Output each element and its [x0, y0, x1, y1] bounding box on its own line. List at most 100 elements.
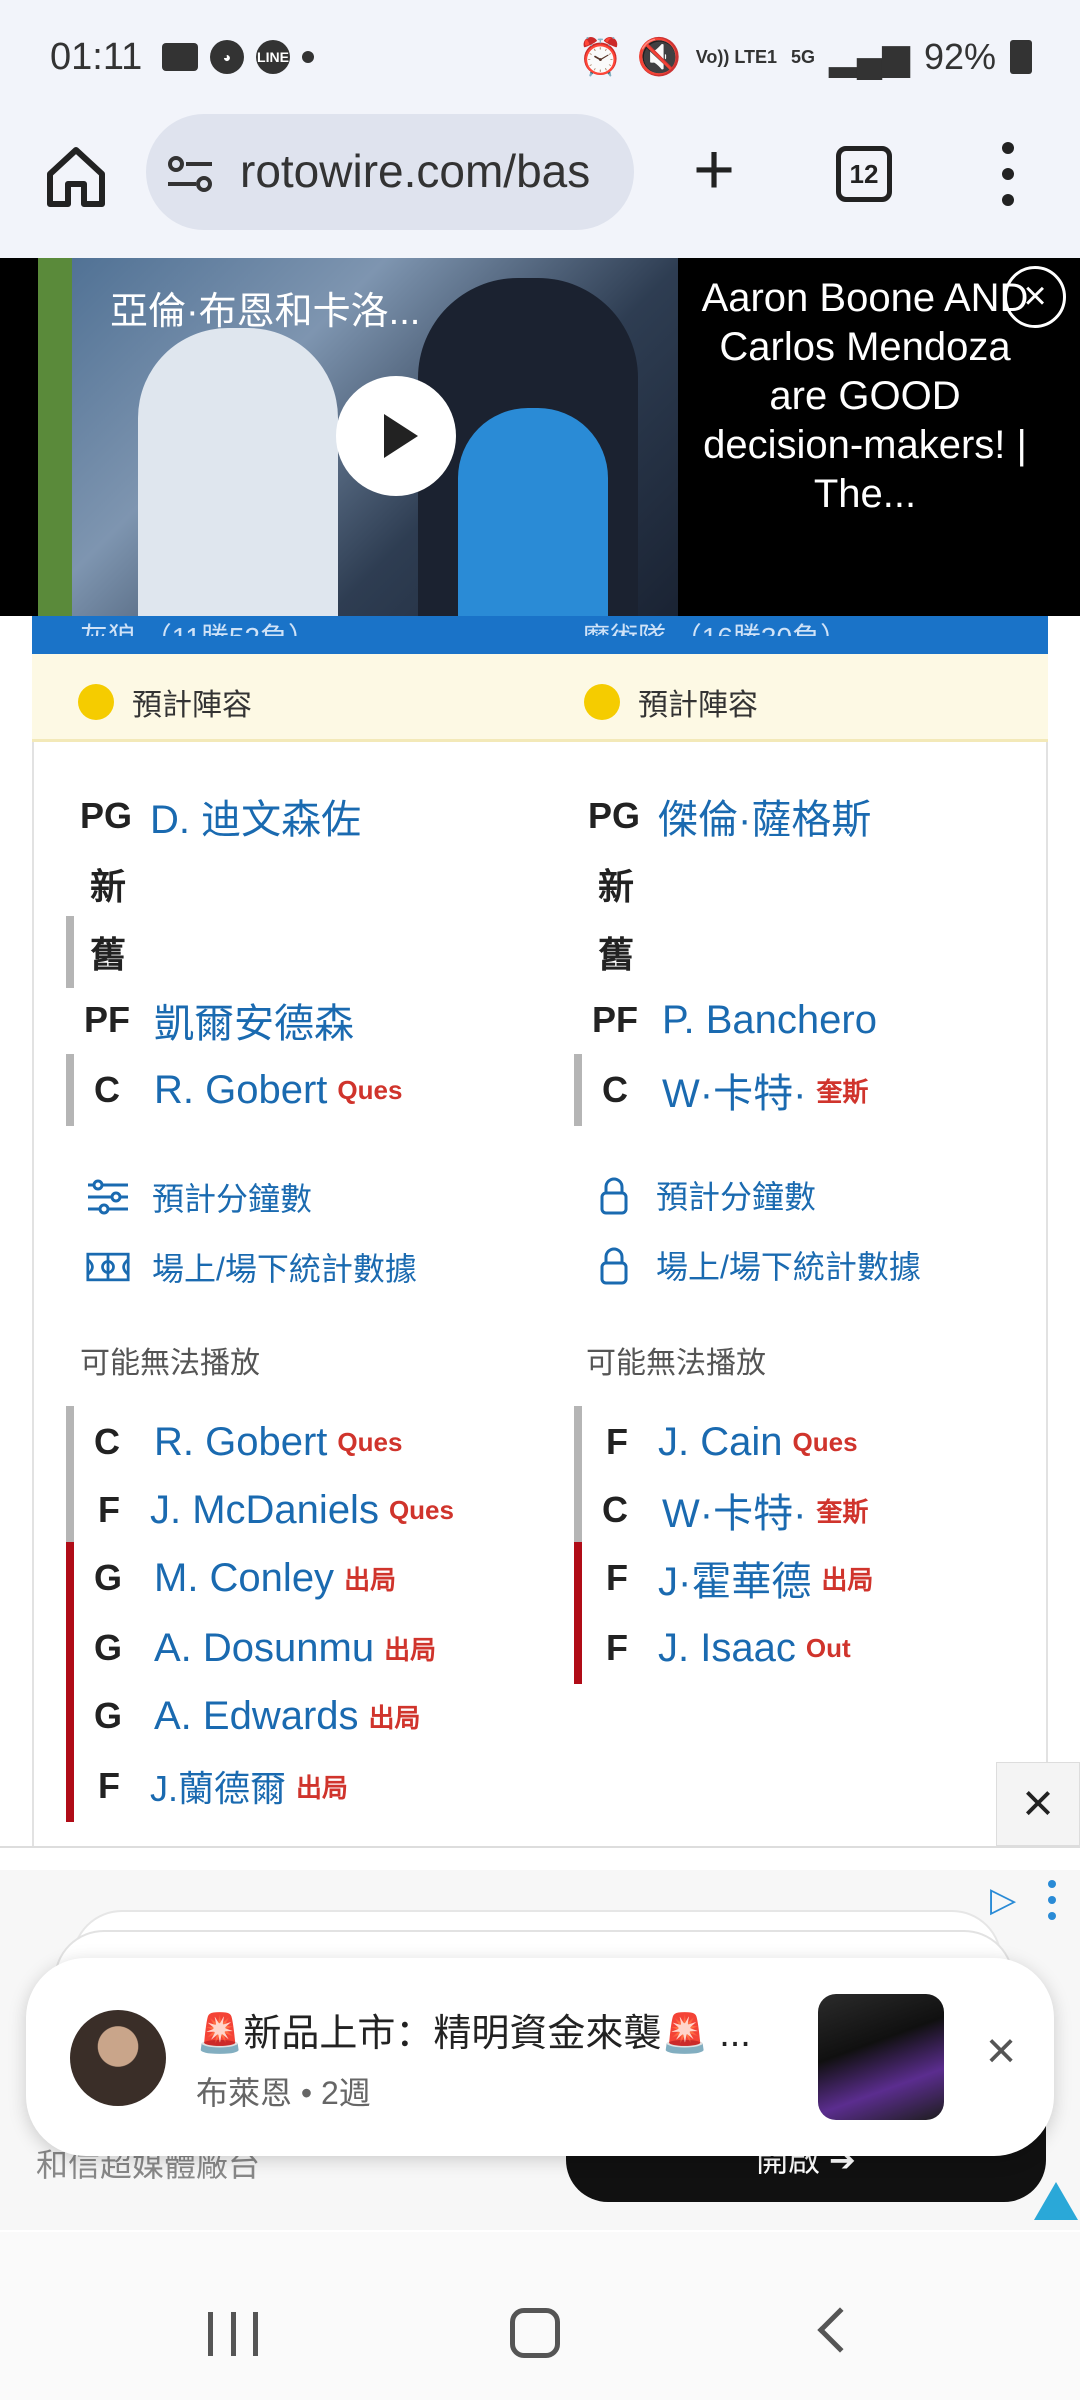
player-position: 新	[598, 866, 635, 907]
home-nav-icon[interactable]	[510, 2308, 560, 2358]
volte-label: Vo)) LTE1	[695, 47, 778, 67]
thumbnail-figure-cartoon	[458, 408, 608, 616]
cat-app-icon: ◕	[210, 40, 244, 74]
injury-row[interactable]: G A. Dosunmu 出局	[66, 1612, 437, 1684]
status-bar-marker	[66, 1542, 74, 1614]
status-bar-marker	[66, 1680, 74, 1752]
player-position: F	[98, 1765, 120, 1806]
player-name[interactable]: M. Conley	[154, 1556, 334, 1601]
player-position: C	[94, 1421, 120, 1462]
alarm-icon: ⏰	[578, 36, 623, 77]
on-off-stats-label[interactable]: 場上/場下統計數據	[152, 1244, 417, 1290]
injury-row[interactable]: F J. Cain Ques	[574, 1406, 858, 1478]
url-text[interactable]: rotowire.com/bas	[240, 144, 615, 198]
status-time: 01:11	[50, 36, 143, 78]
line-icon: LINE	[256, 40, 290, 74]
network-label: 5G	[791, 47, 816, 67]
player-name[interactable]: A. Edwards	[154, 1694, 359, 1739]
injury-row[interactable]: C W·卡特· 奎斯	[574, 1474, 869, 1546]
player-name[interactable]: J·霍華德	[658, 1549, 811, 1607]
player-name[interactable]: J.蘭德爾	[150, 1760, 286, 1812]
lineup-row[interactable]: PG 傑倫·薩格斯	[588, 784, 871, 848]
injury-tag: 出局	[368, 1702, 421, 1733]
right-injury-label: 可能無法播放	[586, 1347, 766, 1380]
player-position: F	[606, 1421, 628, 1462]
status-bar-marker	[66, 1054, 74, 1126]
injury-row[interactable]: F J·霍華德 出局	[574, 1542, 873, 1614]
player-name[interactable]: J. Cain	[658, 1420, 783, 1465]
tab-switcher-button[interactable]: 12	[836, 146, 892, 202]
play-icon[interactable]	[336, 376, 456, 496]
lineup-row[interactable]: C W·卡特· 奎斯	[574, 1054, 869, 1126]
lineup-row[interactable]: C R. Gobert Ques	[66, 1054, 402, 1126]
player-name[interactable]: R. Gobert	[154, 1068, 327, 1113]
injury-row[interactable]: G M. Conley 出局	[66, 1542, 396, 1614]
injury-row[interactable]: F J. Isaac Out	[574, 1612, 851, 1684]
projected-minutes-link[interactable]: 預計分鐘數	[86, 1174, 312, 1220]
player-name[interactable]: D. 迪文森佐	[150, 787, 361, 845]
injury-row[interactable]: G A. Edwards 出局	[66, 1680, 421, 1752]
battery-percent: 92%	[923, 36, 996, 77]
lineup-row[interactable]: PG D. 迪文森佐	[80, 784, 361, 848]
player-name[interactable]: A. Dosunmu	[154, 1626, 374, 1671]
system-nav-bar	[0, 2232, 1080, 2400]
right-team-header: 魔術隊 （16勝30負）	[582, 616, 848, 636]
adchoices-icon[interactable]: ▷	[990, 1880, 1016, 1920]
mute-icon: 🔇	[636, 36, 682, 77]
on-off-stats-locked-link[interactable]: 場上/場下統計數據	[594, 1242, 921, 1288]
player-position: PG	[80, 795, 133, 836]
video-thumbnail[interactable]: 亞倫·布恩和卡洛...	[38, 258, 678, 616]
new-tab-button[interactable]: +	[682, 134, 746, 206]
notification-thumbnail[interactable]	[818, 1994, 944, 2120]
warning-icon[interactable]	[1034, 2182, 1078, 2220]
injury-tag: 出局	[384, 1634, 437, 1665]
lineup-row: 舊	[66, 916, 160, 988]
notification-title[interactable]: 🚨新品上市：精明資金來襲🚨 ...	[196, 2002, 816, 2057]
player-name[interactable]: W·卡特·	[662, 1061, 806, 1119]
video-ad[interactable]: 亞倫·布恩和卡洛... Aaron Boone AND Carlos Mendo…	[0, 258, 1080, 616]
status-bar-marker	[574, 1406, 582, 1478]
injury-tag: Ques	[337, 1426, 403, 1457]
injury-tag: 奎斯	[816, 1496, 869, 1527]
player-name[interactable]: J. Isaac	[658, 1626, 796, 1671]
left-lineup-status: 預計陣容	[78, 680, 252, 724]
injury-row[interactable]: F J. McDaniels Ques	[66, 1474, 454, 1546]
player-name[interactable]: P. Banchero	[662, 998, 877, 1043]
status-dot-icon	[78, 684, 114, 720]
close-video-icon[interactable]: ×	[1004, 266, 1066, 328]
player-name[interactable]: 凱爾安德森	[154, 991, 354, 1049]
projected-minutes-label[interactable]: 預計分鐘數	[656, 1172, 816, 1218]
site-settings-icon[interactable]	[166, 154, 214, 194]
lineup-row[interactable]: PF P. Banchero	[592, 988, 877, 1052]
projected-minutes-label[interactable]: 預計分鐘數	[152, 1174, 312, 1220]
right-lineup-status-label: 預計陣容	[638, 689, 758, 722]
close-icon[interactable]: ×	[976, 2025, 1026, 2077]
lineup-row: 新	[90, 852, 160, 916]
injury-tag: 奎斯	[816, 1076, 869, 1107]
lineup-row[interactable]: PF 凱爾安德森	[84, 988, 354, 1052]
video-caption: Aaron Boone AND Carlos Mendoza are GOOD …	[701, 276, 1029, 516]
notification-toast[interactable]: 🚨新品上市：精明資金來襲🚨 ... 布萊恩 • 2週 ×	[26, 1958, 1054, 2156]
ad-options-icon[interactable]	[1048, 1880, 1058, 1920]
player-name[interactable]: R. Gobert	[154, 1420, 327, 1465]
player-name[interactable]: 傑倫·薩格斯	[658, 787, 871, 845]
notification-subtitle: 布萊恩 • 2週	[196, 2075, 371, 2111]
close-ad-icon[interactable]: ×	[996, 1762, 1080, 1846]
player-name[interactable]: J. McDaniels	[150, 1488, 379, 1533]
injury-row[interactable]: C R. Gobert Ques	[66, 1406, 403, 1478]
left-lineup-status-label: 預計陣容	[132, 689, 252, 722]
player-name[interactable]: W·卡特·	[662, 1481, 806, 1539]
injury-row[interactable]: F J.蘭德爾 出局	[66, 1750, 348, 1822]
player-position: 新	[90, 866, 127, 907]
browser-toolbar: rotowire.com/bas + 12	[0, 114, 1080, 258]
status-system-icons: ⏰ 🔇 Vo)) LTE1 5G ▂▄▆ 92%	[578, 36, 1032, 78]
status-bar-marker	[574, 1474, 582, 1546]
more-notifications-dot	[302, 51, 314, 63]
home-icon[interactable]	[40, 140, 112, 212]
browser-menu-button[interactable]	[996, 142, 1020, 206]
on-off-stats-link[interactable]: 場上/場下統計數據	[86, 1244, 417, 1290]
recent-apps-icon[interactable]	[208, 2312, 258, 2356]
on-off-stats-label[interactable]: 場上/場下統計數據	[656, 1242, 921, 1288]
projected-minutes-locked-link[interactable]: 預計分鐘數	[594, 1172, 816, 1218]
back-icon[interactable]	[817, 2307, 863, 2353]
